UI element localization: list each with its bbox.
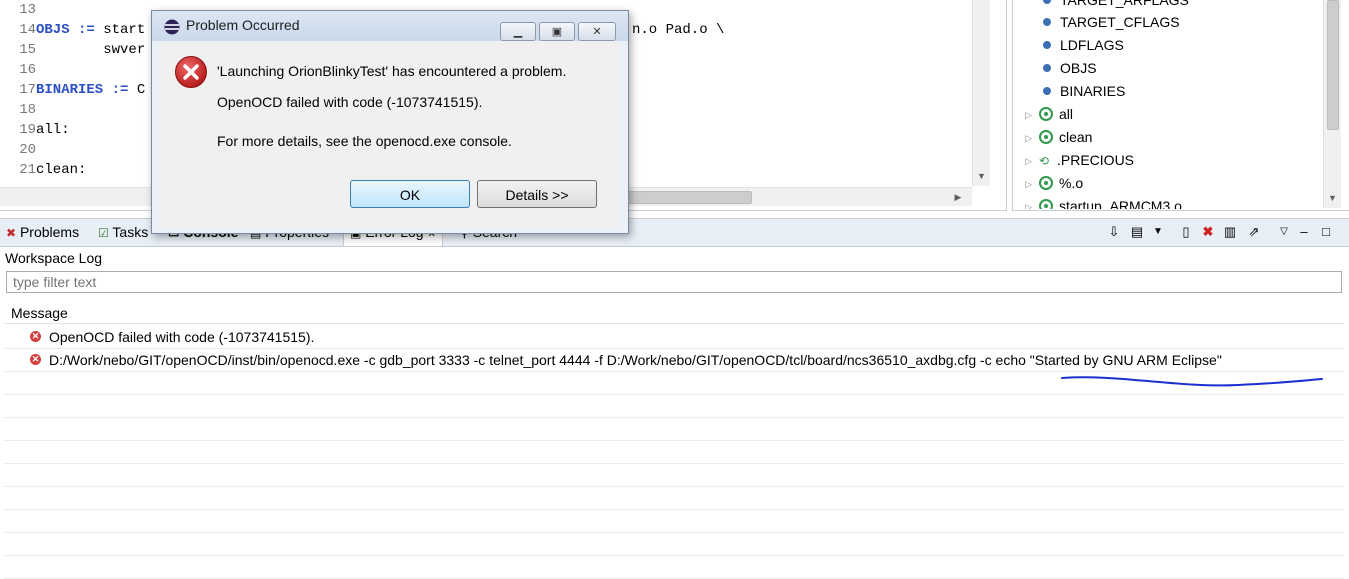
expand-arrow-icon[interactable]: ▷ xyxy=(1025,150,1039,172)
variable-dot-icon xyxy=(1043,41,1051,50)
empty-row xyxy=(4,441,1344,464)
horizontal-scroll-thumb[interactable] xyxy=(628,191,752,204)
minimize-window-button[interactable]: ▁ xyxy=(500,22,536,41)
code-line: 19all: xyxy=(19,122,70,138)
tasks-icon: ☑ xyxy=(98,226,109,240)
code-line: 20 xyxy=(19,142,36,158)
close-icon: ✕ xyxy=(592,26,602,38)
expand-arrow-icon[interactable]: ▷ xyxy=(1025,173,1039,195)
minimize-icon[interactable]: – xyxy=(1296,224,1312,240)
variable-dot-icon xyxy=(1043,18,1051,27)
delete-log-icon[interactable]: ✖ xyxy=(1200,224,1216,240)
empty-row xyxy=(4,464,1344,487)
scroll-down-arrow-icon[interactable]: ▼ xyxy=(973,168,990,184)
error-icon: ✕ xyxy=(30,353,41,365)
eclipse-logo-icon xyxy=(164,19,180,35)
underline-annotation xyxy=(1061,376,1323,387)
code-line-fragment: n.o Pad.o \ xyxy=(632,22,725,38)
restore-log-icon[interactable]: ⇗ xyxy=(1246,224,1262,240)
dialog-title: Problem Occurred xyxy=(186,17,300,33)
outline-item[interactable]: BINARIES xyxy=(1043,80,1125,102)
target-icon xyxy=(1039,130,1053,145)
target-icon xyxy=(1039,176,1053,191)
outline-item[interactable]: TARGET_CFLAGS xyxy=(1043,11,1180,33)
expand-arrow-icon[interactable]: ▷ xyxy=(1025,104,1039,126)
log-row[interactable]: ✕ D:/Work/nebo/GIT/openOCD/inst/bin/openo… xyxy=(4,349,1344,372)
empty-row xyxy=(4,510,1344,533)
outline-item[interactable]: ▷ all xyxy=(1025,103,1073,125)
special-target-icon: ⟲ xyxy=(1039,154,1050,169)
target-icon xyxy=(1039,107,1053,122)
maximize-window-button[interactable]: ▣ xyxy=(539,22,575,41)
code-line: 21clean: xyxy=(19,162,87,178)
clear-log-icon[interactable]: ▯ xyxy=(1178,224,1194,240)
outline-item[interactable]: ▷ clean xyxy=(1025,126,1092,148)
outline-item[interactable]: OBJS xyxy=(1043,57,1097,79)
code-line: 18 xyxy=(19,102,36,118)
outline-item[interactable]: LDFLAGS xyxy=(1043,34,1124,56)
variable-dot-icon xyxy=(1043,87,1051,96)
export-log-icon[interactable]: ⇩ xyxy=(1106,224,1122,240)
outline-item[interactable]: ▷ startup_ARMCM3.o xyxy=(1025,195,1182,209)
error-icon xyxy=(175,56,207,88)
editor-vertical-scrollbar[interactable]: ▼ xyxy=(972,0,990,186)
import-log-icon[interactable]: ▤ xyxy=(1129,224,1145,240)
filter-input[interactable] xyxy=(6,271,1342,293)
variable-dot-icon xyxy=(1043,64,1051,73)
outline-item[interactable]: TARGET_ARFLAGS xyxy=(1043,0,1189,11)
dialog-titlebar[interactable]: Problem Occurred ▁ ▣ ✕ xyxy=(152,11,628,41)
error-icon: ✕ xyxy=(30,330,41,342)
problems-icon: ✖ xyxy=(6,226,17,240)
log-title: Workspace Log xyxy=(5,250,103,266)
empty-row xyxy=(4,487,1344,510)
empty-row xyxy=(4,556,1344,579)
variable-dot-icon xyxy=(1043,0,1051,5)
outline-item[interactable]: ▷ %.o xyxy=(1025,172,1083,194)
outline-item[interactable]: ▷ ⟲ .PRECIOUS xyxy=(1025,149,1134,171)
tab-problems[interactable]: ✖ Problems xyxy=(6,219,79,246)
empty-row xyxy=(4,418,1344,441)
scroll-right-arrow-icon[interactable]: ▶ xyxy=(950,189,966,205)
dialog-detail: OpenOCD failed with code (-1073741515). xyxy=(217,94,483,110)
details-button[interactable]: Details >> xyxy=(477,180,597,208)
log-row[interactable]: ✕ OpenOCD failed with code (-1073741515). xyxy=(4,326,1344,349)
problem-occurred-dialog: Problem Occurred ▁ ▣ ✕ 'Launching OrionB… xyxy=(151,10,629,234)
maximize-icon[interactable]: □ xyxy=(1318,224,1334,240)
expand-arrow-icon[interactable]: ▷ xyxy=(1025,127,1039,149)
dialog-body: 'Launching OrionBlinkyTest' has encounte… xyxy=(160,41,620,227)
scroll-down-arrow-icon[interactable]: ▼ xyxy=(1324,190,1341,206)
maximize-icon: ▣ xyxy=(551,26,563,38)
minimize-icon: ▁ xyxy=(513,26,523,38)
empty-row xyxy=(4,533,1344,556)
close-window-button[interactable]: ✕ xyxy=(578,22,616,41)
dropdown-arrow-icon[interactable]: ▼ xyxy=(1150,224,1166,240)
code-line: 14OBJS := start xyxy=(19,22,146,38)
dialog-message: 'Launching OrionBlinkyTest' has encounte… xyxy=(217,63,567,79)
empty-row xyxy=(4,395,1344,418)
message-column-header[interactable]: Message xyxy=(4,302,1344,324)
code-line: 13 xyxy=(19,2,36,18)
dialog-hint: For more details, see the openocd.exe co… xyxy=(217,133,512,149)
code-line: 17BINARIES := C xyxy=(19,82,146,98)
tab-tasks[interactable]: ☑ Tasks xyxy=(98,219,148,246)
outline-vertical-scrollbar[interactable]: ▼ xyxy=(1323,0,1341,208)
view-menu-icon[interactable]: ▽ xyxy=(1276,224,1292,240)
outline-view[interactable]: TARGET_ARFLAGS TARGET_CFLAGS LDFLAGS OBJ… xyxy=(1012,0,1349,211)
open-log-icon[interactable]: ▥ xyxy=(1222,224,1238,240)
code-line: 15 swver xyxy=(19,42,146,58)
target-icon xyxy=(1039,199,1053,209)
code-line: 16 xyxy=(19,62,36,78)
expand-arrow-icon[interactable]: ▷ xyxy=(1025,196,1039,209)
ok-button[interactable]: OK xyxy=(350,180,470,208)
outline-scroll-thumb[interactable] xyxy=(1327,0,1339,130)
